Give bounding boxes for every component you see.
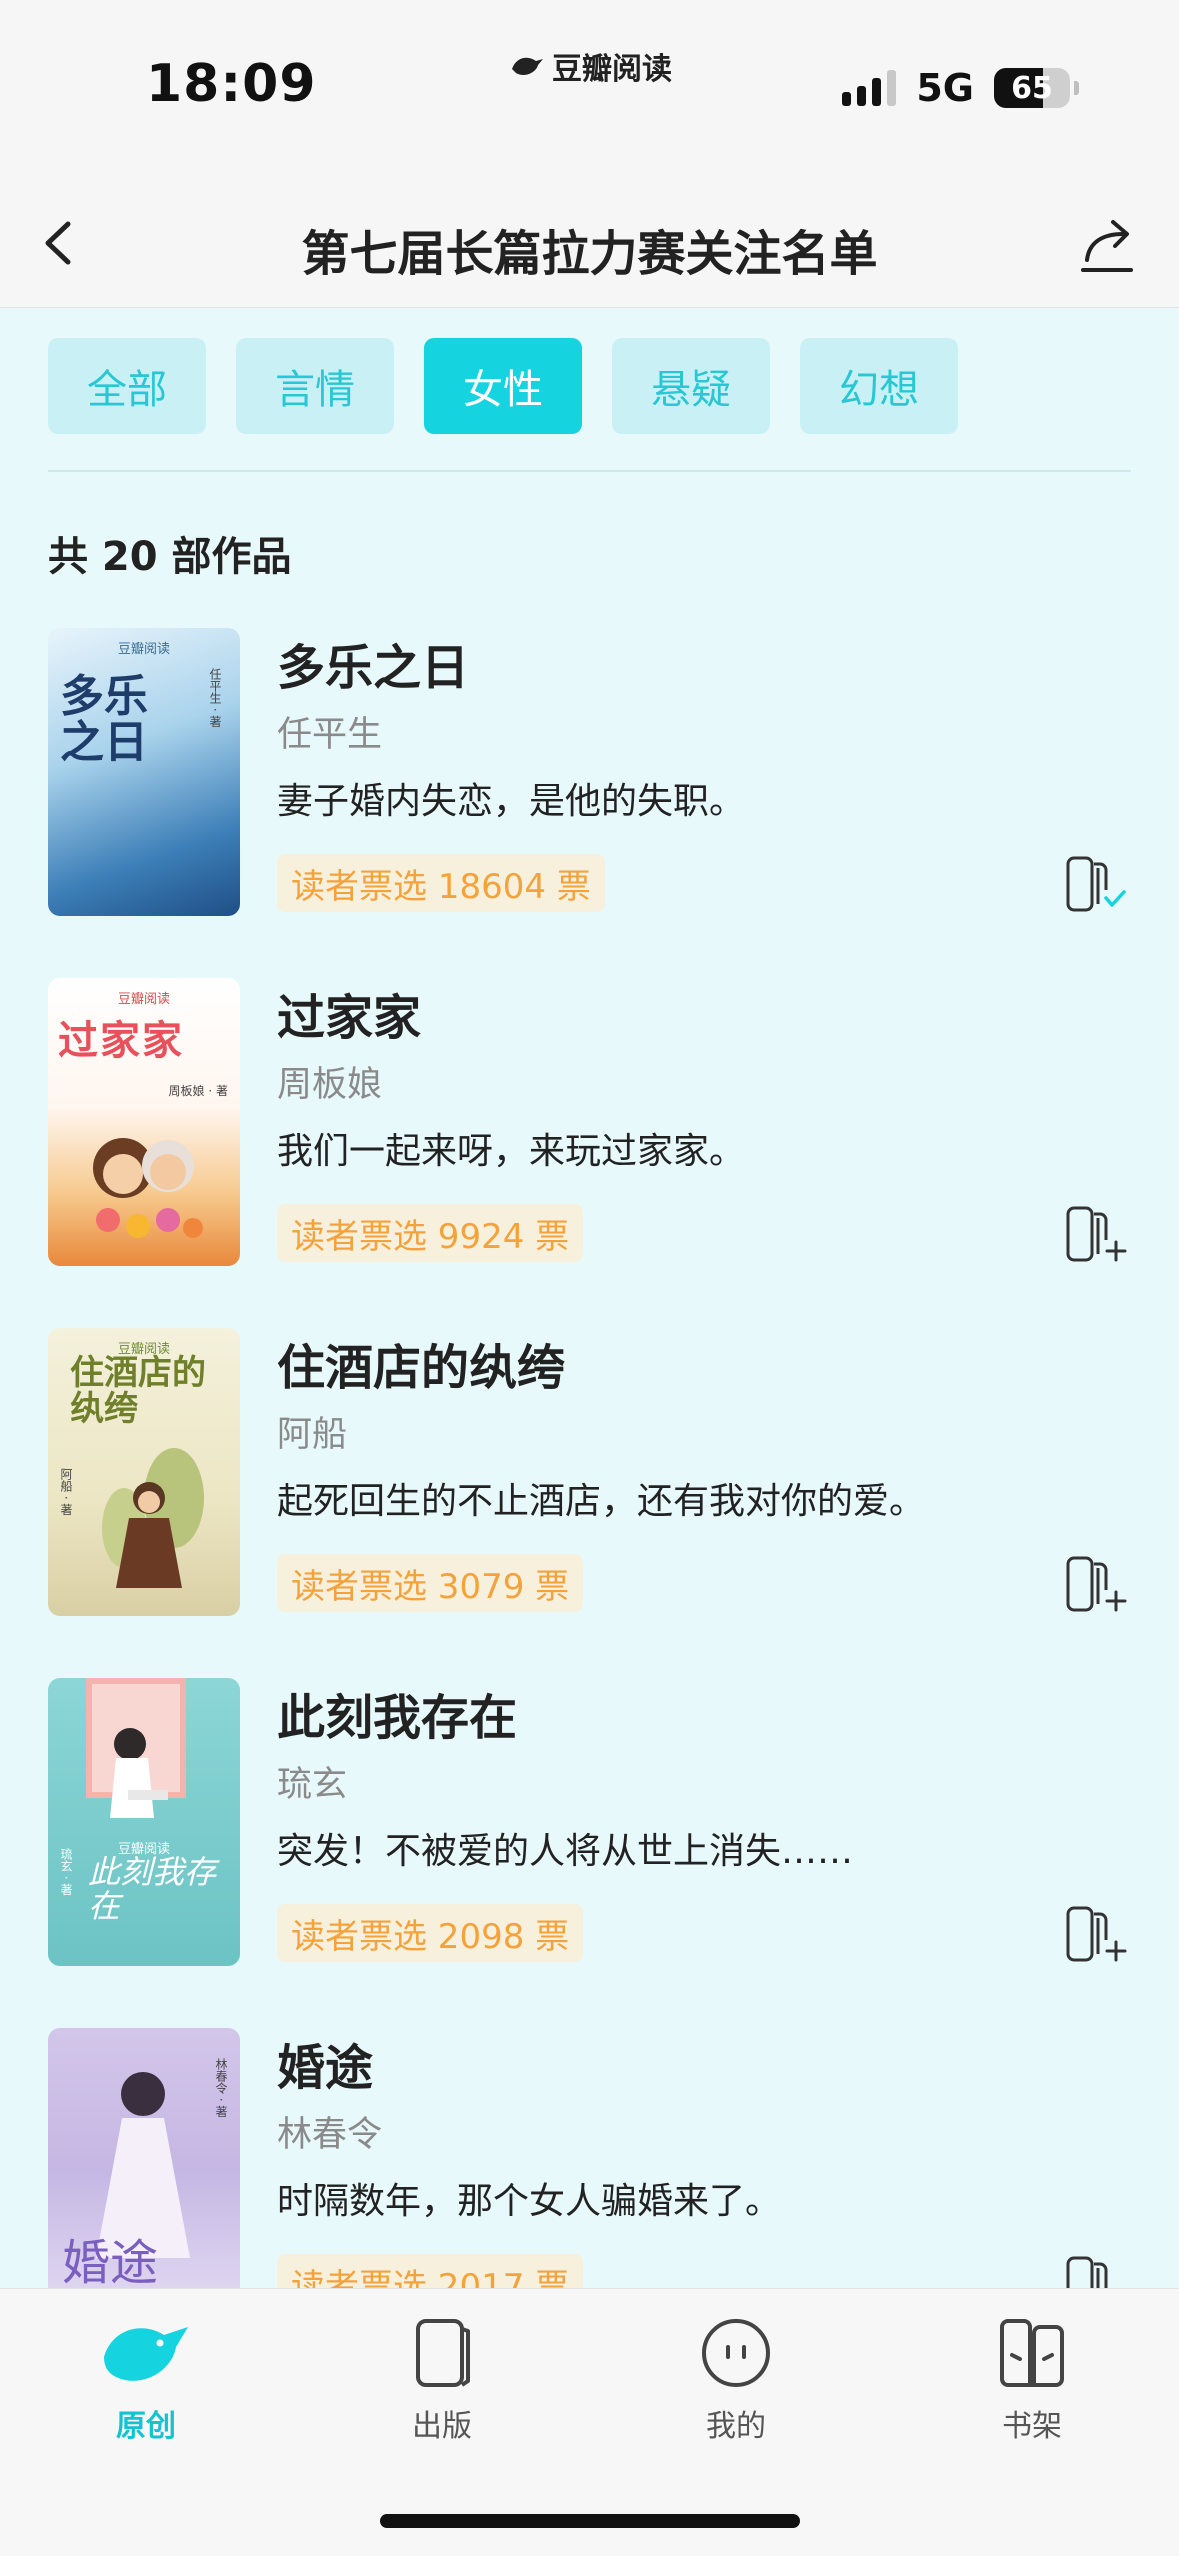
status-app-name: 豆瓣阅读 [510, 44, 672, 88]
tab-fantasy[interactable]: 幻想 [800, 338, 958, 434]
cover-author: 林春令 · 著 [214, 2058, 228, 2118]
cover-logo: 豆瓣阅读 [117, 642, 170, 657]
cover-author: 任平生 · 著 [208, 668, 222, 728]
cover-author: 阿船 · 著 [59, 1468, 73, 1516]
book-item[interactable]: 婚途 林春令 · 著 婚途 林春令 时隔数年，那个女人骗婚来了。 读者票选 20… [0, 2028, 1179, 2318]
book-description: 突发！不被爱的人将从世上消失…… [277, 1831, 854, 1872]
book-title[interactable]: 过家家 [277, 978, 421, 1048]
nav-label: 书架 [1002, 2409, 1062, 2444]
signal-icon [842, 70, 897, 106]
cover-logo: 豆瓣阅读 [117, 992, 170, 1007]
book-cover[interactable]: 豆瓣阅读 住酒店的纨绔 阿船 · 著 [48, 1328, 240, 1616]
vote-badge: 读者票选 18604 票 [277, 854, 605, 912]
home-indicator [380, 2514, 800, 2528]
book-cover[interactable]: 婚途 林春令 · 著 [48, 2028, 240, 2316]
category-tabs: 全部 言情 女性 悬疑 幻想 [48, 338, 958, 434]
tab-all[interactable]: 全部 [48, 338, 206, 434]
network-label: 5G [916, 66, 974, 110]
book-title[interactable]: 住酒店的纨绔 [277, 1328, 565, 1398]
cover-title: 婚途 [62, 2235, 159, 2291]
face-icon [702, 2319, 770, 2387]
cover-title: 此刻我存在 [88, 1853, 217, 1925]
book-author: 林春令 [277, 2115, 383, 2155]
book-item[interactable]: 豆瓣阅读 住酒店的纨绔 阿船 · 著 住酒店的纨绔 阿船 起死回生的不止酒店，还… [0, 1328, 1179, 1618]
cover-illustration [102, 1448, 204, 1588]
tab-female[interactable]: 女性 [424, 338, 582, 434]
battery-icon: 65 [994, 68, 1070, 108]
divider [48, 470, 1131, 472]
status-time: 18:09 [146, 54, 317, 114]
nav-publish[interactable]: 出版 [352, 2315, 532, 2445]
cover-illustration [86, 1678, 186, 1818]
bookshelf-icon [1000, 2319, 1064, 2387]
book-description: 起死回生的不止酒店，还有我对你的爱。 [277, 1481, 926, 1522]
nav-bookshelf[interactable]: 书架 [942, 2315, 1122, 2445]
nav-label: 原创 [116, 2409, 176, 2444]
book-item[interactable]: 豆瓣阅读 此刻我存在 琉玄 · 著 此刻我存在 琉玄 突发！不被爱的人将从世上消… [0, 1678, 1179, 1968]
nav-label: 出版 [412, 2409, 472, 2444]
cover-illustration [93, 1138, 203, 1238]
tab-romance[interactable]: 言情 [236, 338, 394, 434]
vote-badge: 读者票选 3079 票 [277, 1554, 584, 1612]
work-count: 共 20 部作品 [48, 534, 292, 580]
book-cover[interactable]: 豆瓣阅读 多乐之日 任平生 · 著 [48, 628, 240, 916]
book-description: 妻子婚内失恋，是他的失职。 [277, 781, 746, 822]
vote-badge: 读者票选 9924 票 [277, 1204, 584, 1262]
page-title: 第七届长篇拉力赛关注名单 [301, 226, 878, 282]
book-description: 我们一起来呀，来玩过家家。 [277, 1131, 746, 1172]
cover-title: 过家家 [58, 1017, 184, 1064]
top-bar: 18:09 豆瓣阅读 5G 65 第七届长篇拉力赛关注名单 [0, 0, 1179, 308]
add-to-shelf-icon[interactable] [1064, 1204, 1128, 1264]
book-icon [416, 2319, 470, 2387]
book-cover[interactable]: 豆瓣阅读 此刻我存在 琉玄 · 著 [48, 1678, 240, 1966]
book-author: 阿船 [277, 1415, 348, 1455]
douban-bird-icon [512, 57, 543, 76]
book-author: 任平生 [277, 715, 383, 755]
book-author: 周板娘 [277, 1065, 383, 1105]
cover-author: 琉玄 · 著 [59, 1848, 73, 1896]
book-title[interactable]: 婚途 [277, 2028, 373, 2098]
book-author: 琉玄 [277, 1765, 348, 1805]
book-item[interactable]: 豆瓣阅读 过家家 周板娘 · 著 过家家 周板娘 我们一起来呀，来玩过家家。 读… [0, 978, 1179, 1268]
cover-title: 住酒店的纨绔 [70, 1353, 206, 1429]
book-description: 时隔数年，那个女人骗婚来了。 [277, 2181, 782, 2222]
status-app-label: 豆瓣阅读 [552, 52, 672, 87]
vote-badge: 读者票选 2098 票 [277, 1904, 584, 1962]
add-to-shelf-icon[interactable] [1064, 1904, 1128, 1964]
status-indicators: 5G 65 [842, 66, 1079, 110]
tab-suspense[interactable]: 悬疑 [612, 338, 770, 434]
book-title[interactable]: 此刻我存在 [277, 1678, 517, 1748]
add-to-shelf-icon[interactable] [1064, 1554, 1128, 1614]
nav-mine[interactable]: 我的 [646, 2315, 826, 2445]
book-item[interactable]: 豆瓣阅读 多乐之日 任平生 · 著 多乐之日 任平生 妻子婚内失恋，是他的失职。… [0, 628, 1179, 918]
bird-icon [104, 2327, 188, 2381]
added-to-shelf-icon[interactable] [1064, 854, 1128, 914]
book-cover[interactable]: 豆瓣阅读 过家家 周板娘 · 著 [48, 978, 240, 1266]
share-icon[interactable] [1075, 212, 1139, 276]
nav-original[interactable]: 原创 [56, 2315, 236, 2445]
cover-author: 周板娘 · 著 [168, 1084, 228, 1098]
cover-title: 多乐之日 [60, 671, 148, 769]
nav-label: 我的 [706, 2409, 766, 2444]
book-title[interactable]: 多乐之日 [277, 628, 469, 698]
cover-illustration [96, 2072, 190, 2258]
battery-level: 65 [1011, 70, 1053, 106]
